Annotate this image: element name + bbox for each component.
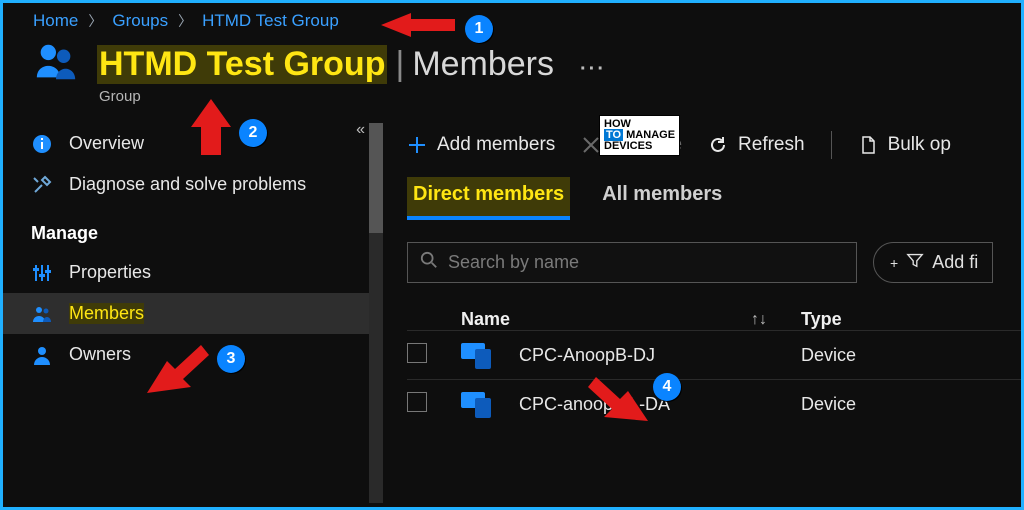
- sidebar: « Overview Diagnose and solve problems M…: [3, 123, 383, 503]
- button-label: Add fi: [932, 252, 978, 273]
- sidebar-item-diagnose[interactable]: Diagnose and solve problems: [3, 164, 383, 205]
- breadcrumb-groups[interactable]: Groups: [112, 11, 168, 31]
- sidebar-item-members[interactable]: Members: [3, 293, 383, 334]
- command-bar: Add members Remove Refresh Bulk op: [407, 123, 1021, 177]
- search-icon: [420, 251, 438, 274]
- document-icon: [858, 135, 878, 155]
- sidebar-item-owners[interactable]: Owners: [3, 334, 383, 375]
- filter-icon: [906, 251, 924, 274]
- annotation-badge: 2: [239, 119, 267, 147]
- device-icon: [461, 390, 495, 418]
- row-checkbox[interactable]: [407, 343, 427, 363]
- table-row[interactable]: CPC-anoopb-L-DA Device: [407, 379, 1021, 428]
- sidebar-scrollbar[interactable]: [369, 123, 383, 503]
- people-icon: [31, 304, 53, 324]
- column-type[interactable]: Type: [801, 309, 1021, 330]
- group-icon: [33, 39, 79, 90]
- sidebar-section-manage: Manage: [3, 205, 383, 252]
- breadcrumb: Home 〉 Groups 〉 HTMD Test Group: [3, 3, 1021, 35]
- member-name: CPC-anoopb-L-DA: [519, 394, 670, 415]
- tab-all-members[interactable]: All members: [602, 177, 722, 220]
- filter-plus-icon: +: [890, 255, 898, 271]
- page-subtitle: Members: [412, 45, 554, 84]
- refresh-icon: [708, 135, 728, 155]
- annotation-badge: 4: [653, 373, 681, 401]
- sidebar-item-overview[interactable]: Overview: [3, 123, 383, 164]
- toolbar-separator: [831, 131, 832, 159]
- button-label: Refresh: [738, 134, 805, 156]
- sort-icon[interactable]: ↑↓: [751, 311, 801, 329]
- wrench-icon: [31, 175, 53, 195]
- watermark-logo: HOW TO MANAGE DEVICES: [599, 115, 680, 156]
- annotation-badge: 1: [465, 15, 493, 43]
- info-icon: [31, 134, 53, 154]
- sidebar-item-properties[interactable]: Properties: [3, 252, 383, 293]
- chevron-right-icon: 〉: [88, 11, 102, 31]
- collapse-sidebar-icon[interactable]: «: [356, 121, 365, 139]
- member-type: Device: [801, 394, 1021, 415]
- chevron-right-icon: 〉: [178, 11, 192, 31]
- search-input-wrapper[interactable]: [407, 242, 857, 283]
- sidebar-item-label: Overview: [69, 133, 144, 154]
- sidebar-item-label: Properties: [69, 262, 151, 283]
- entity-type-label: Group: [3, 88, 1021, 105]
- button-label: Add members: [437, 134, 555, 156]
- main-content: Add members Remove Refresh Bulk op: [383, 123, 1021, 503]
- sidebar-item-label: Diagnose and solve problems: [69, 174, 306, 195]
- annotation-badge: 3: [217, 345, 245, 373]
- table-row[interactable]: CPC-AnoopB-DJ Device: [407, 330, 1021, 379]
- column-name[interactable]: Name: [461, 309, 751, 330]
- row-checkbox[interactable]: [407, 392, 427, 412]
- table-header: Name ↑↓ Type: [407, 309, 1021, 330]
- member-type: Device: [801, 345, 1021, 366]
- device-icon: [461, 341, 495, 369]
- plus-icon: [407, 135, 427, 155]
- search-input[interactable]: [448, 252, 844, 273]
- breadcrumb-home[interactable]: Home: [33, 11, 78, 31]
- breadcrumb-group-name[interactable]: HTMD Test Group: [202, 11, 339, 31]
- tab-direct-members[interactable]: Direct members: [407, 177, 570, 220]
- refresh-button[interactable]: Refresh: [708, 134, 805, 156]
- add-members-button[interactable]: Add members: [407, 134, 555, 156]
- sliders-icon: [31, 263, 53, 283]
- scrollbar-thumb[interactable]: [369, 123, 383, 233]
- member-tabs: Direct members All members: [407, 177, 1021, 220]
- sidebar-item-label: Owners: [69, 344, 131, 365]
- bulk-operations-button[interactable]: Bulk op: [858, 134, 951, 156]
- sidebar-item-label: Members: [69, 303, 144, 324]
- add-filter-button[interactable]: + Add fi: [873, 242, 993, 283]
- more-button[interactable]: ···: [580, 58, 606, 81]
- member-name: CPC-AnoopB-DJ: [519, 345, 655, 366]
- page-title: HTMD Test Group: [97, 45, 387, 84]
- person-icon: [31, 345, 53, 365]
- page-header: HTMD Test Group | Members ···: [3, 35, 1021, 90]
- button-label: Bulk op: [888, 134, 951, 156]
- title-separator: |: [395, 45, 404, 84]
